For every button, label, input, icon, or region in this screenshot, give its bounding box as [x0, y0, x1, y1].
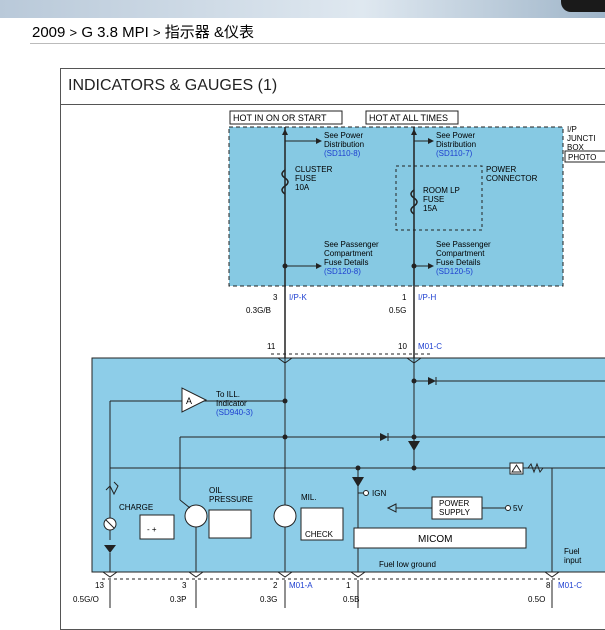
- ign-label: IGN: [372, 489, 386, 498]
- m01c-connector-top[interactable]: M01-C: [418, 342, 442, 351]
- sd120-8-link[interactable]: (SD120-8): [324, 267, 361, 276]
- wire-05go: 0.5G/O: [73, 595, 99, 604]
- see-power-r-line2: Distribution: [436, 140, 476, 149]
- wiring-diagram: HOT IN ON OR START HOT AT ALL TIMES I/P …: [73, 110, 605, 608]
- m01c-connector-bottom[interactable]: M01-C: [558, 581, 582, 590]
- pin-11-label: 11: [267, 342, 276, 351]
- wire-05b: 0.5B: [343, 595, 359, 604]
- pin-2-label: 2: [273, 581, 278, 590]
- iph-connector[interactable]: I/P-H: [418, 293, 436, 302]
- see-passenger-r-line3: Fuse Details: [436, 258, 480, 267]
- wire-03gb: 0.3G/B: [246, 306, 271, 315]
- see-passenger-r-line2: Compartment: [436, 249, 485, 258]
- jb-label-1: I/P: [567, 125, 577, 134]
- splice-dot: [282, 263, 288, 269]
- 5v-label: 5V: [513, 504, 523, 513]
- svg-text:- +: - +: [147, 525, 157, 534]
- sd940-3-link[interactable]: (SD940-3): [216, 408, 253, 417]
- oil-gauge-icon: [184, 504, 208, 528]
- splice-dot: [411, 378, 417, 384]
- ign-terminal: [363, 490, 369, 496]
- pin-13-label: 13: [95, 581, 104, 590]
- hot-always-label: HOT AT ALL TIMES: [369, 113, 448, 123]
- power-supply-line2: SUPPLY: [439, 508, 471, 517]
- to-ill-line2: Indicator: [216, 399, 247, 408]
- cluster-fuse-line1: CLUSTER: [295, 165, 333, 174]
- pin-10-label: 10: [398, 342, 407, 351]
- see-passenger-r-line1: See Passenger: [436, 240, 491, 249]
- pin-1-bottom-label: 1: [346, 581, 351, 590]
- mil-gauge-icon: [273, 504, 297, 528]
- pin-3-label: 3: [273, 293, 278, 302]
- splice-dot: [355, 465, 361, 471]
- see-passenger-line1: See Passenger: [324, 240, 379, 249]
- power-connector-line1: POWER: [486, 165, 516, 174]
- wire-03p: 0.3P: [170, 595, 186, 604]
- fuel-low-ground-label: Fuel low ground: [379, 560, 436, 569]
- sd110-7-link[interactable]: (SD110-7): [436, 149, 473, 158]
- sd120-5-link[interactable]: (SD120-5): [436, 267, 473, 276]
- see-power-line1: See Power: [324, 131, 363, 140]
- splice-dot: [282, 398, 288, 404]
- oil-can-icon: [208, 509, 252, 539]
- power-supply-line1: POWER: [439, 499, 469, 508]
- see-power-r-line1: See Power: [436, 131, 475, 140]
- micom-label: MICOM: [418, 534, 452, 545]
- wire-05o: 0.5O: [528, 595, 545, 604]
- wire-05g: 0.5G: [389, 306, 406, 315]
- power-connector-line2: CONNECTOR: [486, 174, 538, 183]
- wire-03g: 0.3G: [260, 595, 277, 604]
- see-passenger-line3: Fuse Details: [324, 258, 368, 267]
- cluster-fuse-line3: 10A: [295, 183, 310, 192]
- sd110-8-link[interactable]: (SD110-8): [324, 149, 361, 158]
- room-fuse-line3: 15A: [423, 204, 438, 213]
- splice-dot: [411, 465, 417, 471]
- see-power-line2: Distribution: [324, 140, 364, 149]
- pin-3-bottom-label: 3: [182, 581, 187, 590]
- room-fuse-line1: ROOM LP: [423, 186, 460, 195]
- splice-dot: [411, 434, 417, 440]
- fuel-input-line2: input: [564, 556, 582, 565]
- cluster-box: [91, 357, 605, 573]
- see-passenger-line2: Compartment: [324, 249, 373, 258]
- battery-icon: [139, 514, 175, 540]
- pin-1-label: 1: [402, 293, 407, 302]
- m01a-connector[interactable]: M01-A: [289, 581, 313, 590]
- charge-label: CHARGE: [119, 503, 153, 512]
- hot-start-label: HOT IN ON OR START: [233, 113, 327, 123]
- splice-dot: [282, 434, 288, 440]
- splice-dot: [411, 263, 417, 269]
- fuel-input-line1: Fuel: [564, 547, 580, 556]
- to-ill-line1: To ILL.: [216, 390, 240, 399]
- pin-8-label: 8: [546, 581, 551, 590]
- oil-pressure-line2: PRESSURE: [209, 495, 253, 504]
- mil-label: MIL.: [301, 493, 317, 502]
- 5v-terminal: [505, 505, 511, 511]
- amp-a-label: A: [186, 396, 192, 406]
- oil-pressure-line1: OIL: [209, 486, 222, 495]
- photo-label[interactable]: PHOTO: [568, 153, 596, 162]
- cluster-fuse-line2: FUSE: [295, 174, 316, 183]
- check-label: CHECK: [305, 530, 334, 539]
- room-fuse-line2: FUSE: [423, 195, 444, 204]
- ipk-connector[interactable]: I/P-K: [289, 293, 307, 302]
- jb-label-2: JUNCTI: [567, 134, 595, 143]
